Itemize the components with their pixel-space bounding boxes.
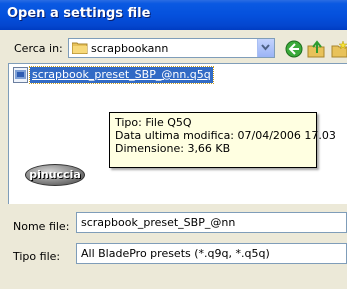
pinuccia-watermark: pinuccia [25, 164, 85, 186]
look-in-label: Cerca in: [14, 42, 63, 55]
tooltip-type: Tipo: File Q5Q [115, 116, 192, 129]
file-icon [13, 67, 28, 83]
look-in-value: scrapbookann [91, 42, 169, 55]
new-folder-button[interactable] [331, 40, 347, 58]
back-arrow-icon [285, 40, 303, 58]
window-title: Open a settings file [7, 6, 151, 21]
file-type-label: Tipo file: [13, 250, 61, 263]
new-folder-icon [331, 40, 347, 58]
chevron-down-icon [261, 44, 270, 51]
dialog-bottom [0, 274, 347, 289]
file-name: scrapbook_preset_SBP_@nn.q5q [29, 66, 214, 84]
file-list[interactable]: scrapbook_preset_SBP_@nn.q5q pinuccia Ti… [8, 63, 347, 204]
file-info-tooltip: Tipo: File Q5Q Data ultima modifica: 07/… [109, 112, 336, 168]
dropdown-button[interactable] [257, 39, 274, 57]
file-name-field[interactable]: scrapbook_preset_SBP_@nn [76, 212, 347, 233]
up-folder-button[interactable] [307, 40, 325, 58]
tooltip-modified: Data ultima modifica: 07/04/2006 17.03 [115, 129, 336, 142]
file-name-label: Nome file: [13, 220, 70, 233]
file-type-select[interactable]: All BladePro presets (*.q9q, *.q5q) [76, 243, 347, 264]
tooltip-size: Dimensione: 3,66 KB [115, 142, 231, 155]
watermark-text: pinuccia [29, 168, 81, 181]
look-in-dropdown[interactable]: scrapbookann [68, 38, 275, 58]
back-button[interactable] [285, 40, 303, 58]
folder-up-icon [307, 40, 325, 58]
title-bar[interactable]: Open a settings file [0, 0, 347, 30]
folder-icon [71, 41, 88, 55]
